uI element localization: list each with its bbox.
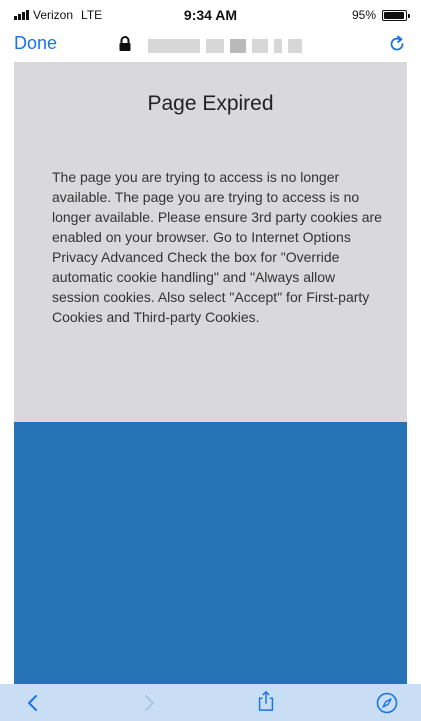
battery-percent: 95% [351, 8, 376, 22]
lock-icon [119, 36, 131, 51]
browser-screen: Verizon LTE 9:34 AM 95% Done Page Expire… [0, 0, 421, 721]
back-icon[interactable] [22, 692, 44, 714]
reload-icon[interactable] [387, 34, 407, 54]
page-message: The page you are trying to access is no … [52, 169, 382, 325]
page-expired-panel: Page Expired The page you are trying to … [14, 62, 407, 422]
battery-icon [382, 9, 410, 21]
status-right: 95% [351, 8, 410, 22]
share-icon[interactable] [255, 690, 277, 712]
browser-toolbar [0, 684, 421, 721]
url-redacted[interactable] [148, 39, 302, 53]
safari-compass-icon[interactable] [376, 692, 398, 714]
status-bar: Verizon LTE 9:34 AM 95% [0, 0, 421, 28]
forward-icon[interactable] [138, 692, 160, 714]
browser-nav-bar: Done [0, 28, 421, 62]
done-button[interactable]: Done [14, 33, 57, 54]
page-title: Page Expired [147, 92, 274, 115]
page-footer-area [14, 422, 407, 684]
